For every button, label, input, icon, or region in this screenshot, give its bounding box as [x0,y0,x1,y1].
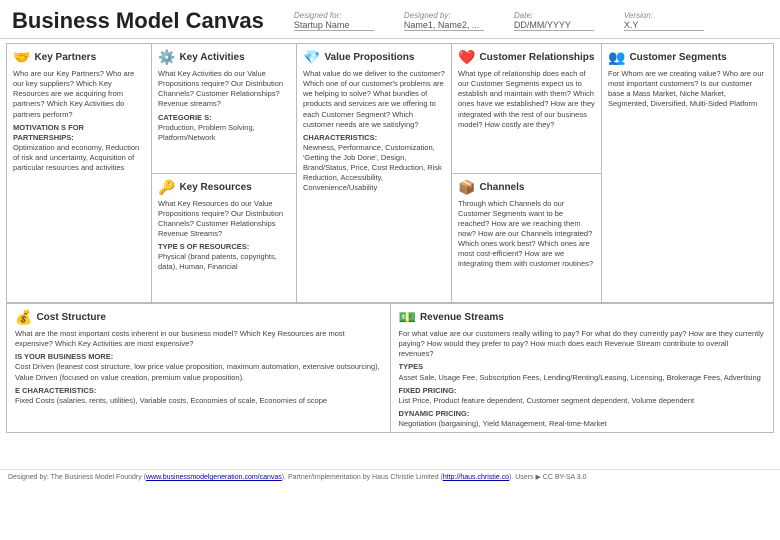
key-partners-cell: 🤝 Key Partners Who are our Key Partners?… [7,44,152,302]
customer-segments-icon: 👥 [608,49,625,66]
channels-cell: 📦 Channels Through which Channels do our… [452,174,601,303]
customer-relationships-cell: ❤️ Customer Relationships What type of r… [452,44,601,174]
value-propositions-title: 💎 Value Propositions [303,49,445,66]
value-propositions-icon: 💎 [303,49,320,66]
version-value: X.Y [624,20,704,31]
footer-link-1[interactable]: www.businessmodelgeneration.com/canvas [146,474,282,481]
key-partners-icon: 🤝 [13,49,30,66]
key-resources-title: 🔑 Key Resources [158,179,290,196]
key-partners-body: Who are our Key Partners? Who are our ke… [13,69,145,173]
customer-segments-body: For Whom are we creating value? Who are … [608,69,767,110]
key-activities-cell: ⚙️ Key Activities What Key Activities do… [152,44,296,174]
key-activities-title: ⚙️ Key Activities [158,49,290,66]
channels-title: 📦 Channels [458,179,595,196]
page-title: Business Model Canvas [12,8,264,34]
canvas-area: 🤝 Key Partners Who are our Key Partners?… [0,39,780,469]
footer-text: Designed by: The Business Model Foundry … [8,474,587,481]
key-activities-icon: ⚙️ [158,49,175,66]
key-partners-title: 🤝 Key Partners [13,49,145,66]
designed-for-value: Startup Name [294,20,374,31]
version-field: Version: X.Y [624,11,704,31]
page-header: Business Model Canvas Designed for: Star… [0,0,780,39]
channels-body: Through which Channels do our Customer S… [458,199,595,270]
footer: Designed by: The Business Model Foundry … [0,469,780,484]
designed-for-field: Designed for: Startup Name [294,11,374,31]
channels-icon: 📦 [458,179,475,196]
revenue-streams-cell: 💵 Revenue Streams For what value are our… [391,304,774,432]
key-activities-resources-column: ⚙️ Key Activities What Key Activities do… [152,44,297,302]
cost-structure-cell: 💰 Cost Structure What are the most impor… [7,304,391,432]
key-resources-body: What Key Resources do our Value Proposit… [158,199,290,273]
customer-segments-cell: 👥 Customer Segments For Whom are we crea… [602,44,773,302]
date-field: Date: DD/MM/YYYY [514,11,594,31]
designed-for-label: Designed for: [294,11,374,20]
key-activities-body: What Key Activities do our Value Proposi… [158,69,290,143]
value-propositions-cell: 💎 Value Propositions What value do we de… [297,44,452,302]
designed-by-field: Designed by: Name1, Name2, ... [404,11,484,31]
designed-by-value: Name1, Name2, ... [404,20,484,31]
footer-link-2[interactable]: http://haus.christie.co [443,474,509,481]
revenue-streams-title: 💵 Revenue Streams [399,309,766,326]
revenue-streams-icon: 💵 [399,309,416,326]
customer-rel-channels-column: ❤️ Customer Relationships What type of r… [452,44,602,302]
header-meta: Designed for: Startup Name Designed by: … [294,11,768,31]
value-propositions-body: What value do we deliver to the customer… [303,69,445,194]
customer-relationships-title: ❤️ Customer Relationships [458,49,595,66]
cost-structure-icon: 💰 [15,309,32,326]
version-label: Version: [624,11,704,20]
key-resources-cell: 🔑 Key Resources What Key Resources do ou… [152,174,296,303]
top-row: 🤝 Key Partners Who are our Key Partners?… [6,43,774,303]
customer-relationships-body: What type of relationship does each of o… [458,69,595,130]
date-label: Date: [514,11,594,20]
date-value: DD/MM/YYYY [514,20,594,31]
bottom-row: 💰 Cost Structure What are the most impor… [6,303,774,433]
designed-by-label: Designed by: [404,11,484,20]
key-resources-icon: 🔑 [158,179,175,196]
cost-structure-body: What are the most important costs inhere… [15,329,382,406]
revenue-streams-body: For what value are our customers really … [399,329,766,429]
customer-segments-title: 👥 Customer Segments [608,49,767,66]
customer-relationships-icon: ❤️ [458,49,475,66]
cost-structure-title: 💰 Cost Structure [15,309,382,326]
